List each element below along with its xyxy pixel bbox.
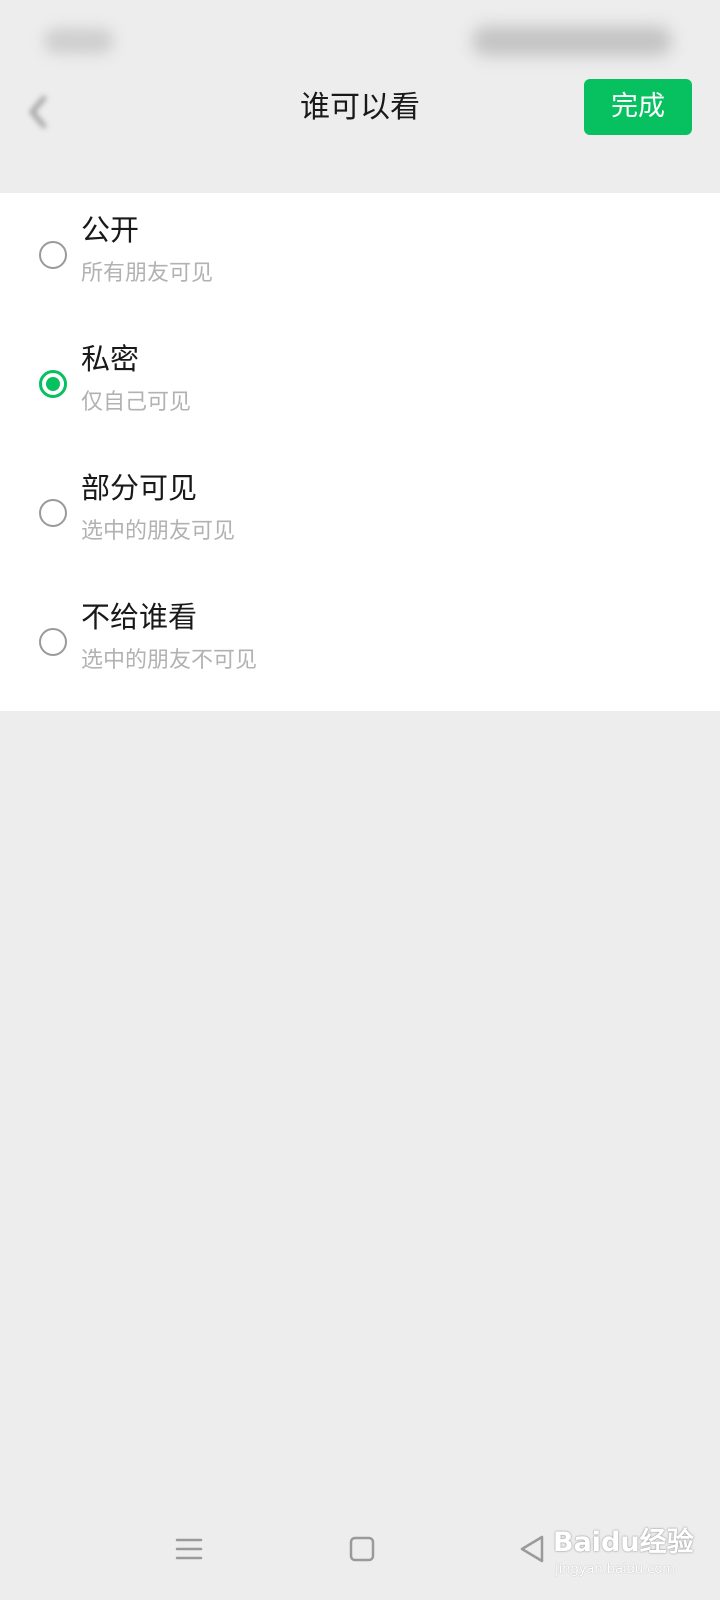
option-public[interactable]: 公开 所有朋友可见	[0, 193, 720, 322]
option-label: 部分可见	[81, 471, 198, 505]
status-bar	[0, 0, 720, 80]
option-private[interactable]: 私密 仅自己可见	[0, 322, 720, 451]
status-time-blurred	[44, 28, 114, 54]
done-button[interactable]: 完成	[584, 79, 692, 135]
option-description: 所有朋友可见	[81, 261, 214, 286]
option-description: 选中的朋友不可见	[81, 648, 258, 673]
watermark-text: Baidu经验	[553, 1527, 694, 1558]
menu-icon	[175, 1538, 203, 1560]
option-label: 公开	[81, 213, 140, 247]
header: 谁可以看 完成	[0, 70, 720, 160]
nav-menu-button[interactable]	[172, 1532, 206, 1566]
option-description: 仅自己可见	[81, 390, 192, 415]
screen: 谁可以看 完成 公开 所有朋友可见 私密 仅自己可见 部分可见 选中的朋友可见 …	[0, 0, 720, 1600]
option-hide-from[interactable]: 不给谁看 选中的朋友不可见	[0, 580, 720, 709]
status-icons-blurred	[472, 26, 672, 56]
radio-button-checked-icon[interactable]	[39, 370, 67, 398]
visibility-options-list: 公开 所有朋友可见 私密 仅自己可见 部分可见 选中的朋友可见 不给谁看 选中的…	[0, 193, 720, 711]
baidu-watermark: Baidu经验 jingyan.baidu.com	[545, 1518, 715, 1588]
home-icon	[349, 1536, 375, 1562]
radio-button-icon[interactable]	[39, 241, 67, 269]
option-description: 选中的朋友可见	[81, 519, 236, 544]
option-label: 不给谁看	[81, 600, 198, 634]
nav-home-button[interactable]	[345, 1532, 379, 1566]
option-partial-visible[interactable]: 部分可见 选中的朋友可见	[0, 451, 720, 580]
watermark-url: jingyan.baidu.com	[555, 1562, 675, 1577]
radio-button-icon[interactable]	[39, 628, 67, 656]
option-label: 私密	[81, 342, 140, 376]
radio-button-icon[interactable]	[39, 499, 67, 527]
